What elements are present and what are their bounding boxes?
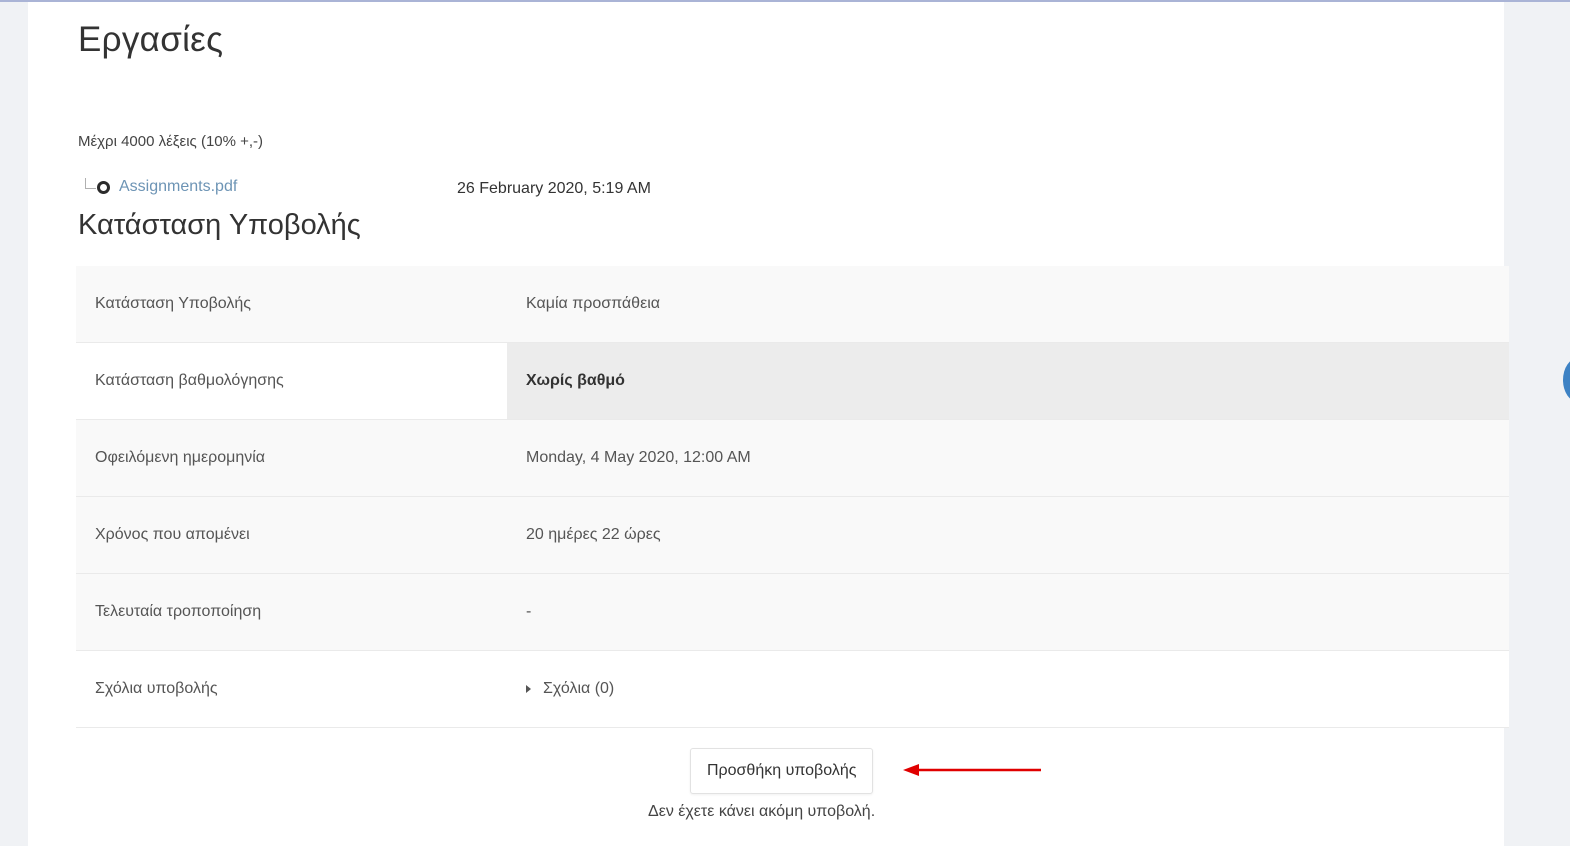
table-row-due-date: Οφειλόμενη ημερομηνία Monday, 4 May 2020… (76, 420, 1509, 497)
file-pdf-icon (97, 180, 110, 194)
row-label: Τελευταία τροποποίηση (95, 603, 262, 620)
row-label: Χρόνος που απομένει (95, 526, 250, 543)
caret-right-icon (526, 685, 531, 693)
annotation-arrow-icon (903, 764, 1041, 776)
row-label: Σχόλια υποβολής (95, 680, 218, 697)
row-value: - (526, 603, 532, 620)
row-label: Κατάσταση Υποβολής (95, 295, 252, 312)
table-row-last-modified: Τελευταία τροποποίηση - (76, 574, 1509, 651)
row-value: Καμία προσπάθεια (526, 295, 661, 312)
side-scroll-indicator (1563, 358, 1570, 402)
row-value: 20 ημέρες 22 ώρες (526, 526, 661, 543)
submission-status-table: Κατάσταση Υποβολής Καμία προσπάθεια Κατά… (76, 266, 1509, 728)
assignment-intro: Μέχρι 4000 λέξεις (10% +,-) (78, 133, 264, 150)
attachment-row: Assignments.pdf (85, 177, 237, 196)
tree-branch-icon (85, 177, 96, 189)
table-row-time-remaining: Χρόνος που απομένει 20 ημέρες 22 ώρες (76, 497, 1509, 574)
attachment-link[interactable]: Assignments.pdf (119, 178, 237, 196)
row-value: Σχόλια (0) (507, 651, 1509, 727)
comments-toggle[interactable]: Σχόλια (0) (526, 680, 614, 698)
row-value: Monday, 4 May 2020, 12:00 AM (526, 449, 751, 466)
attachment-date: 26 February 2020, 5:19 AM (457, 180, 651, 197)
no-submission-message: Δεν έχετε κάνει ακόμη υποβολή. (648, 803, 876, 820)
row-label: Οφειλόμενη ημερομηνία (95, 449, 266, 466)
table-row-submission-comments: Σχόλια υποβολής Σχόλια (0) (76, 651, 1509, 728)
table-row-submission-status: Κατάσταση Υποβολής Καμία προσπάθεια (76, 266, 1509, 343)
add-submission-button[interactable]: Προσθήκη υποβολής (690, 748, 874, 794)
table-row-grading-status: Κατάσταση βαθμολόγησης Χωρίς βαθμό (76, 343, 1509, 420)
submission-status-heading: Κατάσταση Υποβολής (78, 209, 361, 241)
row-value-highlighted: Χωρίς βαθμό (507, 343, 1509, 419)
assignment-card: Εργασίες Μέχρι 4000 λέξεις (10% +,-) Ass… (28, 2, 1509, 846)
row-label: Κατάσταση βαθμολόγησης (95, 372, 284, 389)
comments-toggle-label: Σχόλια (0) (543, 680, 615, 697)
page-title: Εργασίες (78, 20, 224, 59)
